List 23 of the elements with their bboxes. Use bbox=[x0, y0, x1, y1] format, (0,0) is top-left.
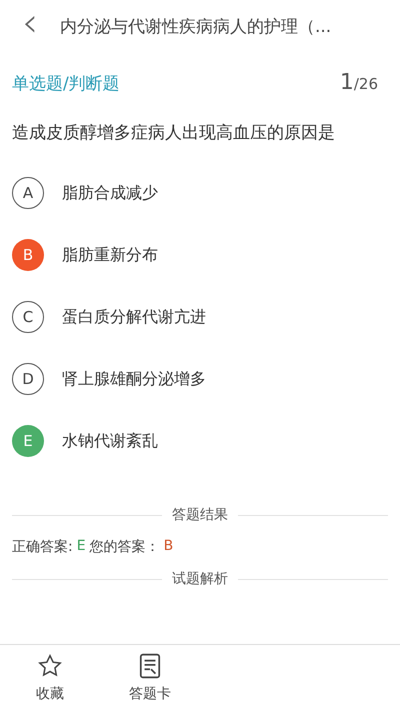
answer-sheet-icon bbox=[139, 653, 161, 679]
tab-label[interactable]: 答题卡 bbox=[129, 685, 171, 703]
option-letter[interactable]: C bbox=[12, 301, 44, 333]
option-text[interactable]: 肾上腺雄酮分泌增多 bbox=[62, 368, 206, 390]
option-letter[interactable]: A bbox=[12, 177, 44, 209]
star-icon bbox=[37, 653, 63, 679]
question-text: 造成皮质醇增多症病人出现高血压的原因是 bbox=[11, 122, 336, 145]
section-heading: 答题结果 bbox=[172, 506, 228, 524]
tab-label[interactable]: 收藏 bbox=[36, 685, 64, 703]
question-type: 单选题/判断题 bbox=[12, 73, 120, 95]
option-text[interactable]: 脂肪重新分布 bbox=[62, 244, 158, 266]
option-letter[interactable]: D bbox=[12, 363, 44, 395]
page-title: 内分泌与代谢性疾病病人的护理（... bbox=[60, 16, 332, 38]
section-heading: 试题解析 bbox=[172, 570, 228, 588]
option-text[interactable]: 蛋白质分解代谢亢进 bbox=[62, 306, 206, 328]
correct-answer-label: 正确答案: bbox=[12, 538, 73, 556]
your-answer-value: B bbox=[164, 538, 174, 556]
your-answer-label: 您的答案： bbox=[90, 538, 160, 556]
back-icon[interactable]: ‹ bbox=[22, 3, 38, 43]
correct-answer-value: E bbox=[76, 538, 86, 556]
option-text[interactable]: 水钠代谢紊乱 bbox=[62, 430, 158, 452]
question-counter: 1/26 bbox=[340, 70, 378, 95]
option-text[interactable]: 脂肪合成减少 bbox=[62, 182, 158, 204]
